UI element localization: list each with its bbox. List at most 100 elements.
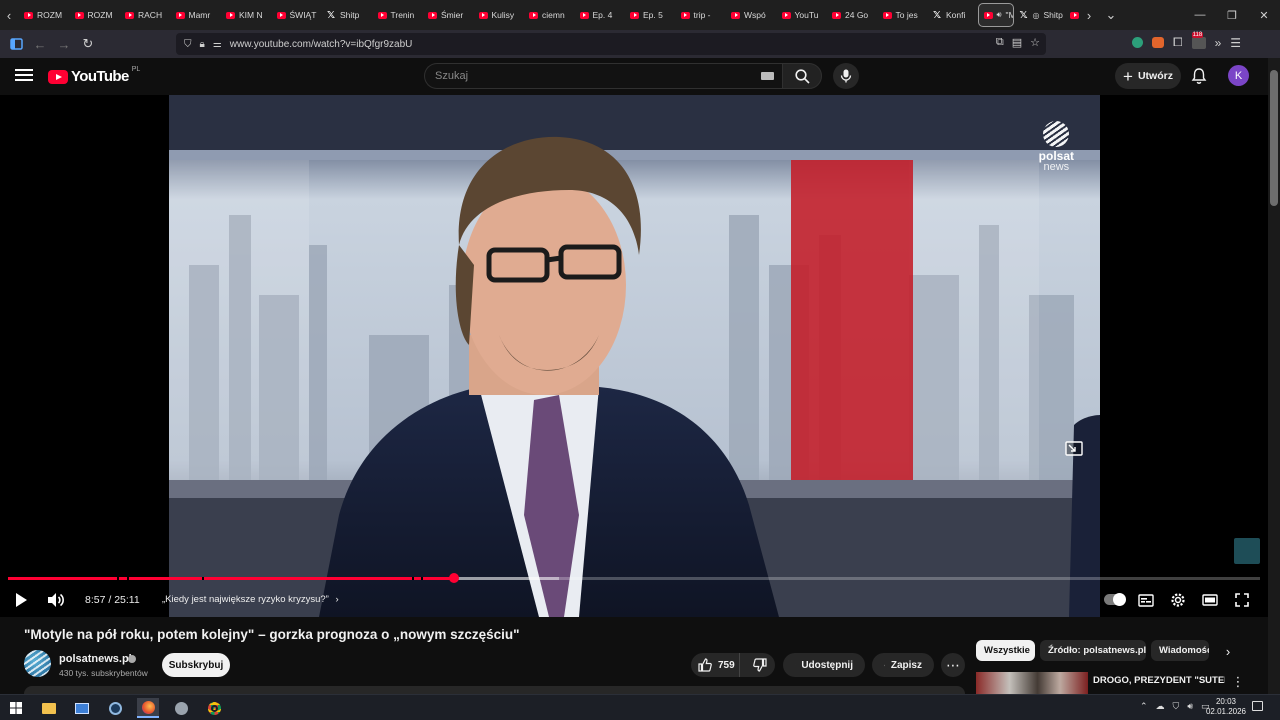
browser-tab[interactable]: 𝕏 ◎ Shitp bbox=[1014, 3, 1065, 27]
shield-tray-icon[interactable]: ⛉ bbox=[1173, 701, 1180, 712]
mute-button[interactable] bbox=[45, 589, 67, 611]
recommendation-thumbnail[interactable] bbox=[976, 672, 1088, 696]
miniplayer-icon[interactable] bbox=[1063, 438, 1085, 460]
overflow-chevrons-icon[interactable]: » bbox=[1215, 36, 1222, 50]
progress-bar[interactable] bbox=[8, 573, 1260, 583]
browser-tab[interactable]: YouTu bbox=[776, 3, 827, 27]
notification-icon[interactable] bbox=[1252, 701, 1263, 711]
address-bar[interactable]: ⛉ 🔒︎ ⚌ www.youtube.com/watch?v=ibQfgr9za… bbox=[176, 33, 1046, 55]
extension-fox-icon[interactable] bbox=[1152, 37, 1164, 48]
channel-avatar[interactable] bbox=[24, 650, 51, 677]
progress-scrubber-handle[interactable] bbox=[448, 573, 459, 583]
browser-tab[interactable]: Wspó bbox=[725, 3, 776, 27]
tab-list-dropdown-button[interactable]: ⌄ bbox=[1098, 0, 1124, 30]
picture-in-picture-icon[interactable]: ⧉ bbox=[996, 36, 1004, 49]
reload-button[interactable]: ↻ bbox=[76, 32, 100, 56]
browser-tab-partial[interactable] bbox=[1064, 3, 1080, 27]
voice-search-button[interactable] bbox=[833, 63, 859, 89]
browser-tab[interactable]: KIM N bbox=[220, 3, 271, 27]
browser-tab[interactable]: To jes bbox=[877, 3, 928, 27]
tabs-scroll-right-button[interactable]: › bbox=[1080, 0, 1098, 30]
chapter-button[interactable]: „Kiedy jest największe ryzyko kryzysu?” … bbox=[162, 594, 339, 605]
speaker-icon[interactable]: 🔊︎ bbox=[997, 10, 1002, 20]
browser-tab[interactable]: 𝕏 Konfi bbox=[927, 3, 978, 27]
play-button[interactable] bbox=[10, 589, 32, 611]
theater-mode-button[interactable] bbox=[1199, 589, 1221, 611]
app-menu-icon[interactable]: ☰ bbox=[1230, 36, 1241, 50]
more-actions-button[interactable]: ⋯ bbox=[941, 653, 965, 677]
dislike-button[interactable] bbox=[746, 653, 775, 677]
lock-icon[interactable]: 🔒︎ bbox=[200, 39, 205, 50]
browser-tab[interactable]: Ep. 5 bbox=[624, 3, 675, 27]
keyboard-icon[interactable] bbox=[761, 72, 774, 80]
steam-icon[interactable] bbox=[104, 698, 126, 718]
url-text[interactable]: www.youtube.com/watch?v=ibQfgr9zabU bbox=[230, 39, 413, 50]
like-button[interactable]: 759 bbox=[691, 653, 740, 677]
chip-all[interactable]: Wszystkie bbox=[976, 640, 1035, 661]
tabs-scroll-left-button[interactable]: ‹ bbox=[0, 0, 18, 30]
recommendation-title[interactable]: DROGO, PREZYDENT "SUTENER" I FALA UKRAIŃ… bbox=[1093, 674, 1225, 696]
minimize-button[interactable]: — bbox=[1184, 0, 1216, 30]
browser-tab[interactable]: ŚWIĄT bbox=[271, 3, 322, 27]
browser-tab[interactable]: Mamr bbox=[170, 3, 221, 27]
autoplay-toggle[interactable] bbox=[1104, 593, 1126, 606]
forward-button[interactable]: → bbox=[52, 32, 76, 56]
taskbar-clock[interactable]: 20:03 02.01.2026 bbox=[1204, 697, 1248, 717]
network-icon[interactable]: ☁ bbox=[1156, 701, 1165, 712]
browser-tab[interactable]: trip - bbox=[675, 3, 726, 27]
browser-tab[interactable]: Śmier bbox=[422, 3, 473, 27]
recommendation-menu-button[interactable]: ⋮ bbox=[1232, 674, 1245, 690]
back-button[interactable]: ← bbox=[28, 32, 52, 56]
chips-next-button[interactable]: › bbox=[1220, 642, 1236, 660]
firefox-icon[interactable] bbox=[137, 698, 159, 718]
start-button[interactable] bbox=[5, 698, 27, 718]
tray-overflow-icon[interactable]: ⌃ bbox=[1140, 701, 1148, 712]
video-player[interactable]: polsat news 8:57 / 25:11 „Kiedy jest naj… bbox=[0, 95, 1268, 617]
settings-button[interactable]: HD bbox=[1167, 589, 1189, 611]
volume-tray-icon[interactable]: 🔊︎ bbox=[1187, 701, 1193, 712]
chip-source[interactable]: Źródło: polsatnews.pl bbox=[1040, 640, 1146, 661]
account-avatar[interactable]: K bbox=[1228, 65, 1249, 86]
notifications-bell-icon[interactable] bbox=[1190, 67, 1208, 85]
browser-tab-active[interactable]: 🔊︎"Mo✕ bbox=[977, 3, 1014, 27]
close-window-button[interactable]: ✕ bbox=[1248, 0, 1280, 30]
chrome-icon[interactable] bbox=[203, 698, 225, 718]
browser-tab[interactable]: RACH bbox=[119, 3, 170, 27]
sidebar-toggle-icon[interactable] bbox=[4, 32, 28, 56]
youtube-logo[interactable]: YouTube PL bbox=[48, 66, 140, 85]
extension-shield-icon[interactable] bbox=[1132, 37, 1143, 48]
bookmark-star-icon[interactable]: ☆ bbox=[1030, 36, 1040, 49]
permissions-icon[interactable]: ⚌ bbox=[213, 39, 222, 50]
search-button[interactable] bbox=[782, 63, 822, 89]
browser-tab[interactable]: ciemn bbox=[523, 3, 574, 27]
save-button[interactable]: Zapisz bbox=[872, 653, 934, 677]
subtitles-button[interactable] bbox=[1135, 589, 1157, 611]
channel-branding-icon[interactable] bbox=[1234, 538, 1260, 564]
browser-tab[interactable]: ROZM bbox=[18, 3, 69, 27]
browser-tab[interactable]: 𝕏 Shitp bbox=[321, 3, 372, 27]
search-input[interactable] bbox=[425, 64, 725, 88]
app-icon[interactable] bbox=[170, 698, 192, 718]
fullscreen-button[interactable] bbox=[1231, 589, 1253, 611]
browser-tab[interactable]: 24 Go bbox=[826, 3, 877, 27]
restore-button[interactable]: ❐ bbox=[1216, 0, 1248, 30]
video-frame[interactable]: polsat news bbox=[169, 95, 1100, 617]
share-button[interactable]: Udostępnij bbox=[783, 653, 865, 677]
create-button[interactable]: + Utwórz bbox=[1115, 63, 1181, 89]
reader-view-icon[interactable]: ▤ bbox=[1012, 36, 1022, 49]
extension-badge-icon[interactable]: 118 bbox=[1191, 31, 1206, 49]
extensions-puzzle-icon[interactable]: ⧠ bbox=[1173, 35, 1183, 50]
browser-tab[interactable]: Ep. 4 bbox=[574, 3, 625, 27]
subscribe-button[interactable]: Subskrybuj bbox=[162, 653, 230, 677]
browser-tab[interactable]: Trenin bbox=[372, 3, 423, 27]
guide-menu-button[interactable] bbox=[14, 66, 34, 86]
tracking-shield-icon[interactable]: ⛉ bbox=[184, 39, 192, 50]
computer-app-icon[interactable] bbox=[71, 698, 93, 718]
channel-name[interactable]: polsatnews.pl bbox=[59, 653, 132, 665]
browser-tab[interactable]: ROZM bbox=[69, 3, 120, 27]
scrollbar-thumb[interactable] bbox=[1270, 70, 1278, 206]
browser-tab[interactable]: Kulisy bbox=[473, 3, 524, 27]
page-scrollbar[interactable] bbox=[1268, 58, 1280, 694]
file-explorer-icon[interactable] bbox=[38, 698, 60, 718]
chip-news[interactable]: Wiadomości bbox=[1151, 640, 1209, 661]
